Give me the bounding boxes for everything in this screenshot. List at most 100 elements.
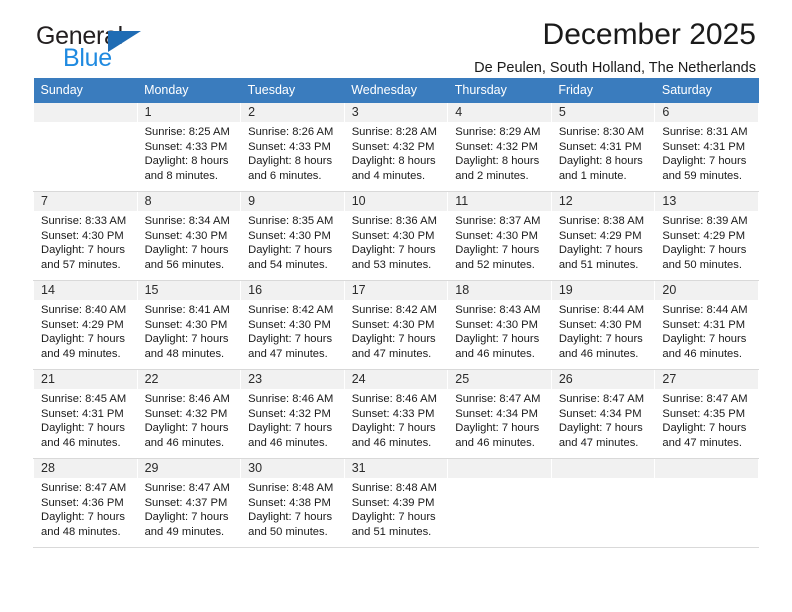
calendar-day-cell[interactable]: 11 Sunrise: 8:37 AM Sunset: 4:30 PM Dayligh… [447,191,552,281]
calendar-day-cell[interactable]: 9 Sunrise: 8:35 AM Sunset: 4:30 PM Daylight… [240,191,345,281]
sunrise-time: Sunrise: 8:25 AM [144,126,230,138]
daylight-duration-line1: Daylight: 7 hours [662,244,747,257]
calendar-day-cell[interactable]: 29 Sunrise: 8:47 AM Sunset: 4:37 PM Dayligh… [136,458,242,548]
daylight-duration-line1: Daylight: 7 hours [41,511,125,524]
daylight-duration-line2: and 50 minutes. [662,258,742,271]
sunset-time: Sunset: 4:31 PM [41,407,124,420]
sunrise-time: Sunrise: 8:26 AM [248,126,334,138]
day-details: Sunrise: 8:36 AM Sunset: 4:30 PM Daylight:… [345,211,448,272]
day-details: Sunrise: 8:46 AM Sunset: 4:33 PM Daylight:… [345,389,448,450]
sunrise-time: Sunrise: 8:34 AM [144,215,230,227]
day-number: 2 [241,103,344,122]
sunrise-time: Sunrise: 8:41 AM [144,304,230,316]
daylight-duration-line2: and 2 minutes. [455,169,529,182]
sunset-time: Sunset: 4:30 PM [248,229,331,242]
sunrise-time: Sunrise: 8:47 AM [41,482,127,494]
sunset-time: Sunset: 4:32 PM [455,140,538,153]
day-details: Sunrise: 8:44 AM Sunset: 4:31 PM Daylight:… [655,300,758,361]
calendar-day-cell[interactable]: 31 Sunrise: 8:48 AM Sunset: 4:39 PM Dayligh… [343,458,449,548]
calendar-day-cell[interactable]: 16 Sunrise: 8:42 AM Sunset: 4:30 PM Dayligh… [240,280,345,370]
day-details: Sunrise: 8:47 AM Sunset: 4:34 PM Daylight:… [552,389,655,450]
sunrise-time: Sunrise: 8:43 AM [455,304,541,316]
sunrise-time: Sunrise: 8:33 AM [41,215,127,227]
day-number: 6 [655,103,758,122]
calendar-day-cell[interactable]: 26 Sunrise: 8:47 AM Sunset: 4:34 PM Dayligh… [550,369,656,459]
calendar-day-cell[interactable]: 19 Sunrise: 8:44 AM Sunset: 4:30 PM Dayligh… [550,280,656,370]
daylight-duration-line1: Daylight: 7 hours [351,511,436,524]
day-number: 20 [655,281,758,300]
sunset-time: Sunset: 4:31 PM [558,140,642,153]
sunrise-time: Sunrise: 8:35 AM [248,215,334,227]
sunset-time: Sunset: 4:30 PM [455,318,538,331]
day-details: Sunrise: 8:40 AM Sunset: 4:29 PM Daylight:… [34,300,137,361]
daylight-duration-line2: and 46 minutes. [144,436,225,449]
calendar-day-cell[interactable]: 21 Sunrise: 8:45 AM Sunset: 4:31 PM Dayligh… [33,369,138,459]
calendar-day-cell[interactable]: 25 Sunrise: 8:47 AM Sunset: 4:34 PM Dayligh… [447,369,552,459]
calendar-day-cell[interactable]: 30 Sunrise: 8:48 AM Sunset: 4:38 PM Dayligh… [240,458,345,548]
calendar-day-cell[interactable]: 28 Sunrise: 8:47 AM Sunset: 4:36 PM Dayligh… [33,458,138,548]
daylight-duration-line2: and 51 minutes. [351,525,432,538]
calendar-day-cell[interactable]: 23 Sunrise: 8:46 AM Sunset: 4:32 PM Dayligh… [240,369,345,459]
calendar-day-cell[interactable]: 5 Sunrise: 8:30 AM Sunset: 4:31 PM Daylight… [550,103,656,192]
daylight-duration-line2: and 52 minutes. [455,258,535,271]
calendar-day-cell[interactable]: 24 Sunrise: 8:46 AM Sunset: 4:33 PM Dayligh… [343,369,449,459]
calendar-day-cell[interactable]: 6 Sunrise: 8:31 AM Sunset: 4:31 PM Daylight… [654,103,759,192]
day-details: Sunrise: 8:37 AM Sunset: 4:30 PM Daylight:… [448,211,551,272]
daylight-duration-line2: and 50 minutes. [248,525,328,538]
day-details [448,478,551,481]
day-number [448,459,551,478]
day-details: Sunrise: 8:26 AM Sunset: 4:33 PM Daylight:… [241,122,344,183]
sunrise-time: Sunrise: 8:48 AM [248,482,334,494]
page-header: General Blue December 2025 De Peulen, So… [33,0,759,78]
sunset-time: Sunset: 4:37 PM [144,496,228,509]
day-number: 4 [448,103,551,122]
daylight-duration-line1: Daylight: 7 hours [455,333,540,346]
daylight-duration-line1: Daylight: 7 hours [662,422,747,435]
sunset-time: Sunset: 4:36 PM [41,496,124,509]
calendar-day-cell[interactable]: 20 Sunrise: 8:44 AM Sunset: 4:31 PM Dayligh… [654,280,759,370]
day-number: 30 [241,459,344,478]
sunset-time: Sunset: 4:30 PM [41,229,124,242]
calendar-day-cell[interactable]: 4 Sunrise: 8:29 AM Sunset: 4:32 PM Daylight… [447,103,552,192]
daylight-duration-line1: Daylight: 7 hours [41,422,125,435]
daylight-duration-line2: and 54 minutes. [248,258,328,271]
logo-text-blue: Blue [63,44,112,72]
general-blue-logo[interactable]: General Blue [36,24,266,76]
day-number: 24 [344,370,448,389]
day-number: 15 [137,281,241,300]
day-details: Sunrise: 8:47 AM Sunset: 4:35 PM Daylight:… [655,389,758,450]
day-number: 9 [241,192,344,211]
calendar-day-cell[interactable]: 10 Sunrise: 8:36 AM Sunset: 4:30 PM Dayligh… [343,191,449,281]
sunrise-time: Sunrise: 8:47 AM [144,482,230,494]
daylight-duration-line1: Daylight: 7 hours [144,244,229,257]
calendar-day-cell[interactable]: 2 Sunrise: 8:26 AM Sunset: 4:33 PM Daylight… [240,103,345,192]
calendar-day-cell[interactable]: 15 Sunrise: 8:41 AM Sunset: 4:30 PM Dayligh… [136,280,242,370]
calendar-day-cell[interactable]: 7 Sunrise: 8:33 AM Sunset: 4:30 PM Daylight… [33,191,138,281]
calendar-day-cell[interactable]: 3 Sunrise: 8:28 AM Sunset: 4:32 PM Daylight… [343,103,449,192]
sunrise-time: Sunrise: 8:31 AM [662,126,748,138]
daylight-duration-line2: and 47 minutes. [248,347,328,360]
daylight-duration-line2: and 47 minutes. [662,436,742,449]
daylight-duration-line1: Daylight: 7 hours [455,422,540,435]
calendar-day-cell[interactable]: 13 Sunrise: 8:39 AM Sunset: 4:29 PM Dayligh… [654,191,759,281]
daylight-duration-line2: and 49 minutes. [41,347,121,360]
calendar-day-cell[interactable]: 1 Sunrise: 8:25 AM Sunset: 4:33 PM Daylight… [136,103,242,192]
daylight-duration-line2: and 49 minutes. [144,525,225,538]
sunrise-time: Sunrise: 8:42 AM [351,304,437,316]
daylight-duration-line1: Daylight: 7 hours [248,244,333,257]
day-details: Sunrise: 8:43 AM Sunset: 4:30 PM Daylight:… [448,300,551,361]
sunset-time: Sunset: 4:29 PM [558,229,642,242]
calendar-day-cell[interactable]: 27 Sunrise: 8:47 AM Sunset: 4:35 PM Dayligh… [654,369,759,459]
day-details: Sunrise: 8:39 AM Sunset: 4:29 PM Daylight:… [655,211,758,272]
calendar-day-cell[interactable]: 12 Sunrise: 8:38 AM Sunset: 4:29 PM Dayligh… [550,191,656,281]
daylight-duration-line1: Daylight: 7 hours [144,333,229,346]
daylight-duration-line1: Daylight: 7 hours [351,244,436,257]
sunrise-time: Sunrise: 8:47 AM [558,393,645,405]
calendar-day-cell[interactable]: 17 Sunrise: 8:42 AM Sunset: 4:30 PM Dayligh… [343,280,449,370]
day-details: Sunrise: 8:35 AM Sunset: 4:30 PM Daylight:… [241,211,344,272]
calendar-day-cell[interactable]: 18 Sunrise: 8:43 AM Sunset: 4:30 PM Dayligh… [447,280,552,370]
calendar-day-cell[interactable]: 22 Sunrise: 8:46 AM Sunset: 4:32 PM Dayligh… [136,369,242,459]
sunrise-time: Sunrise: 8:39 AM [662,215,748,227]
calendar-day-cell[interactable]: 14 Sunrise: 8:40 AM Sunset: 4:29 PM Dayligh… [33,280,138,370]
calendar-day-cell[interactable]: 8 Sunrise: 8:34 AM Sunset: 4:30 PM Daylight… [136,191,242,281]
